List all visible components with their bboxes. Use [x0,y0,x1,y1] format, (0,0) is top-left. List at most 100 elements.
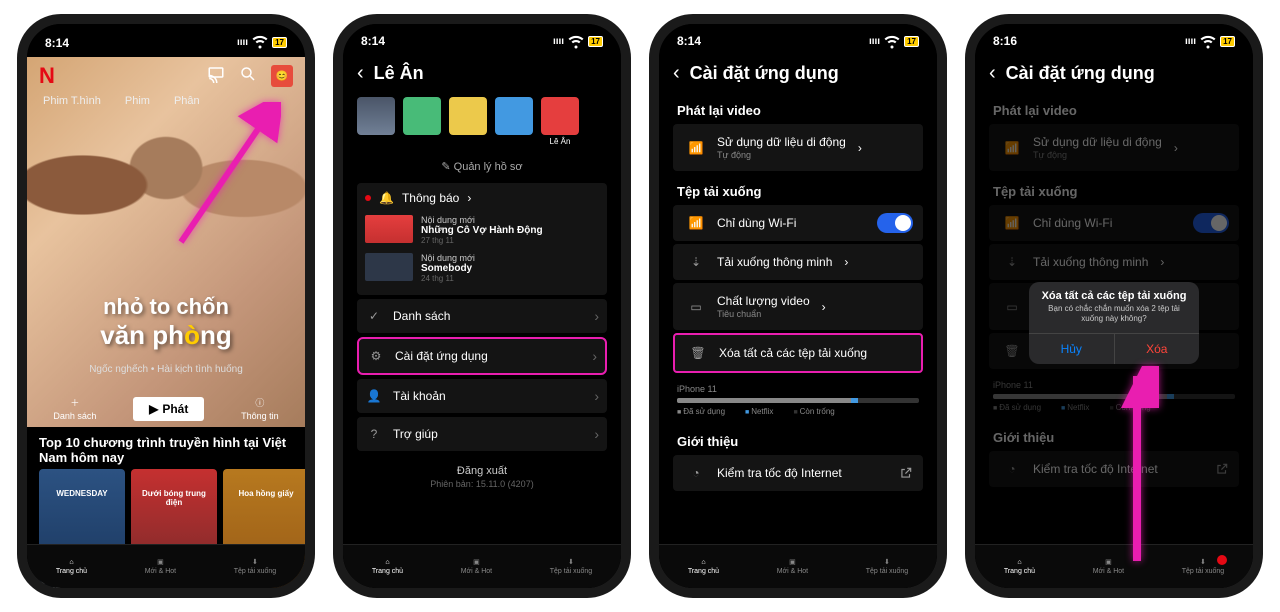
download-icon: ⬇ [884,558,890,566]
speed-test-row[interactable]: ◔Kiểm tra tốc độ Internet [673,455,923,491]
account-row[interactable]: 👤Tài khoản› [357,379,607,413]
wifi-only-row[interactable]: 📶Chỉ dùng Wi-Fi [673,205,923,241]
notch [101,24,231,46]
info-button[interactable]: ⓘThông tin [241,396,279,421]
new-icon: ▣ [1105,558,1112,566]
profile-avatar[interactable]: 😊 [271,65,293,87]
profile-1[interactable] [357,97,395,135]
app-settings-row[interactable]: ⚙Cài đặt ứng dụng› [357,337,607,375]
notification-item-2[interactable]: Nội dung mớiSomebody24 thg 11 [365,249,599,287]
profile-4[interactable] [495,97,533,135]
chevron-icon: › [594,388,599,404]
back-button[interactable]: ‹ [673,62,680,85]
home-icon: ⌂ [1017,559,1021,566]
help-row[interactable]: ?Trợ giúp› [357,417,607,451]
cast-icon[interactable] [207,65,225,88]
cellular-data-row[interactable]: 📶Sử dụng dữ liệu di độngTự động› [673,124,923,171]
tab-home[interactable]: ⌂Trang chủ [1004,559,1035,575]
external-link-icon [899,466,913,480]
annotation-arrow [1115,366,1159,571]
cancel-button[interactable]: Hủy [1029,334,1114,364]
trash-icon: 🗑 [1003,344,1021,358]
hero-tags: Ngốc nghếch • Hài kịch tình huống [27,364,305,375]
back-button[interactable]: ‹ [989,62,996,85]
wifi-icon [1199,32,1217,50]
search-icon[interactable] [239,65,257,88]
tab-bar: ⌂Trang chủ ▣Mới & Hot ⬇Tệp tải xuống [659,544,937,588]
tab-bar: ⌂Trang chủ ▣Mới & Hot ⬇Tệp tải xuống [975,544,1253,588]
smart-download-icon: ⇣ [687,255,705,269]
wifi-icon [883,32,901,50]
status-time: 8:14 [677,34,701,48]
tab-new[interactable]: ▣Mới & Hot [145,558,176,575]
wifi-only-toggle[interactable] [877,213,913,233]
chevron-icon: › [1160,255,1164,269]
tab-bar: ⌂Trang chủ ▣Mới & Hot ⬇Tệp tải xuống [27,544,305,588]
tab-home[interactable]: ⌂Trang chủ [372,559,403,575]
phone-3-settings: 8:14 ıııı17 ‹Cài đặt ứng dụng Phát lại v… [649,14,947,598]
tab-home[interactable]: ⌂Trang chủ [56,559,87,575]
dialog-message: Bạn có chắc chắn muốn xóa 2 tệp tải xuốn… [1029,304,1199,333]
user-icon: 👤 [365,389,383,403]
speed-test-row: ◔Kiểm tra tốc độ Internet [989,451,1239,487]
manage-profiles-button[interactable]: ✎ Quản lý hồ sơ [343,154,621,183]
tab-new[interactable]: ▣Mới & Hot [461,558,492,575]
chevron-icon: › [594,426,599,442]
wifi-icon: 📶 [687,216,705,230]
notifications-section[interactable]: 🔔Thông báo› Nội dung mớiNhững Cô Vợ Hành… [357,183,607,295]
smart-downloads-row[interactable]: ⇣Tải xuống thông minh› [673,244,923,280]
section-playback: Phát lại video [975,93,1253,124]
notch [417,24,547,46]
notification-item-1[interactable]: Nội dung mớiNhững Cô Vợ Hành Động27 thg … [365,211,599,249]
gear-icon: ⚙ [367,349,385,363]
phone-4-confirm-dialog: 8:16 ıııı17 ‹Cài đặt ứng dụng Phát lại v… [965,14,1263,598]
battery-icon: 17 [272,37,287,48]
video-icon: ▭ [687,300,705,314]
profile-switcher: Lê Ân [343,93,621,154]
signal-bars-icon: 📶 [1003,141,1021,155]
tab-home[interactable]: ⌂Trang chủ [688,559,719,575]
smart-download-icon: ⇣ [1003,255,1021,269]
section-downloads: Tệp tải xuống [659,174,937,205]
cat-tvshows[interactable]: Phim T.hình [43,95,101,107]
signal-icon: ıııı [237,37,248,48]
my-list-row[interactable]: ✓Danh sách› [357,299,607,333]
tab-downloads[interactable]: ⬇Tệp tải xuống [1182,558,1224,575]
external-link-icon [1215,462,1229,476]
profile-2[interactable] [403,97,441,135]
cat-movies[interactable]: Phim [125,95,150,107]
notif-thumb [365,215,413,243]
profile-3[interactable] [449,97,487,135]
video-quality-row[interactable]: ▭Chất lượng videoTiêu chuẩn› [673,283,923,330]
delete-all-downloads-row[interactable]: 🗑Xóa tất cả các tệp tải xuống [673,333,923,373]
netflix-logo: N [39,63,55,89]
tab-downloads[interactable]: ⬇Tệp tải xuống [866,558,908,575]
back-button[interactable]: ‹ [357,62,364,85]
signal-icon: ıııı [1185,36,1196,47]
annotation-arrow [171,102,281,257]
chevron-icon: › [1174,141,1178,155]
notification-dot [365,195,371,201]
signal-bars-icon: 📶 [687,141,705,155]
add-to-list-button[interactable]: ＋Danh sách [53,396,96,421]
play-button[interactable]: ▶Phát [133,397,204,421]
storage-bar [677,398,919,403]
tab-downloads[interactable]: ⬇Tệp tải xuống [550,558,592,575]
profile-5-active[interactable] [541,97,579,135]
gauge-icon: ◔ [687,466,705,480]
delete-button[interactable]: Xóa [1114,334,1200,364]
page-title: Cài đặt ứng dụng [1006,63,1155,84]
info-icon: ⓘ [255,396,264,409]
wifi-icon: 📶 [1003,216,1021,230]
logout-button[interactable]: Đăng xuất [343,455,621,479]
signal-icon: ıııı [553,36,564,47]
tab-new[interactable]: ▣Mới & Hot [777,558,808,575]
section-title: Top 10 chương trình truyền hình tại Việt… [27,427,305,469]
check-icon: ✓ [365,309,383,323]
chevron-icon: › [594,308,599,324]
section-about: Giới thiệu [975,420,1253,451]
tab-downloads[interactable]: ⬇Tệp tải xuống [234,558,276,575]
video-icon: ▭ [1003,300,1021,314]
help-icon: ? [365,427,383,441]
notch [733,24,863,46]
